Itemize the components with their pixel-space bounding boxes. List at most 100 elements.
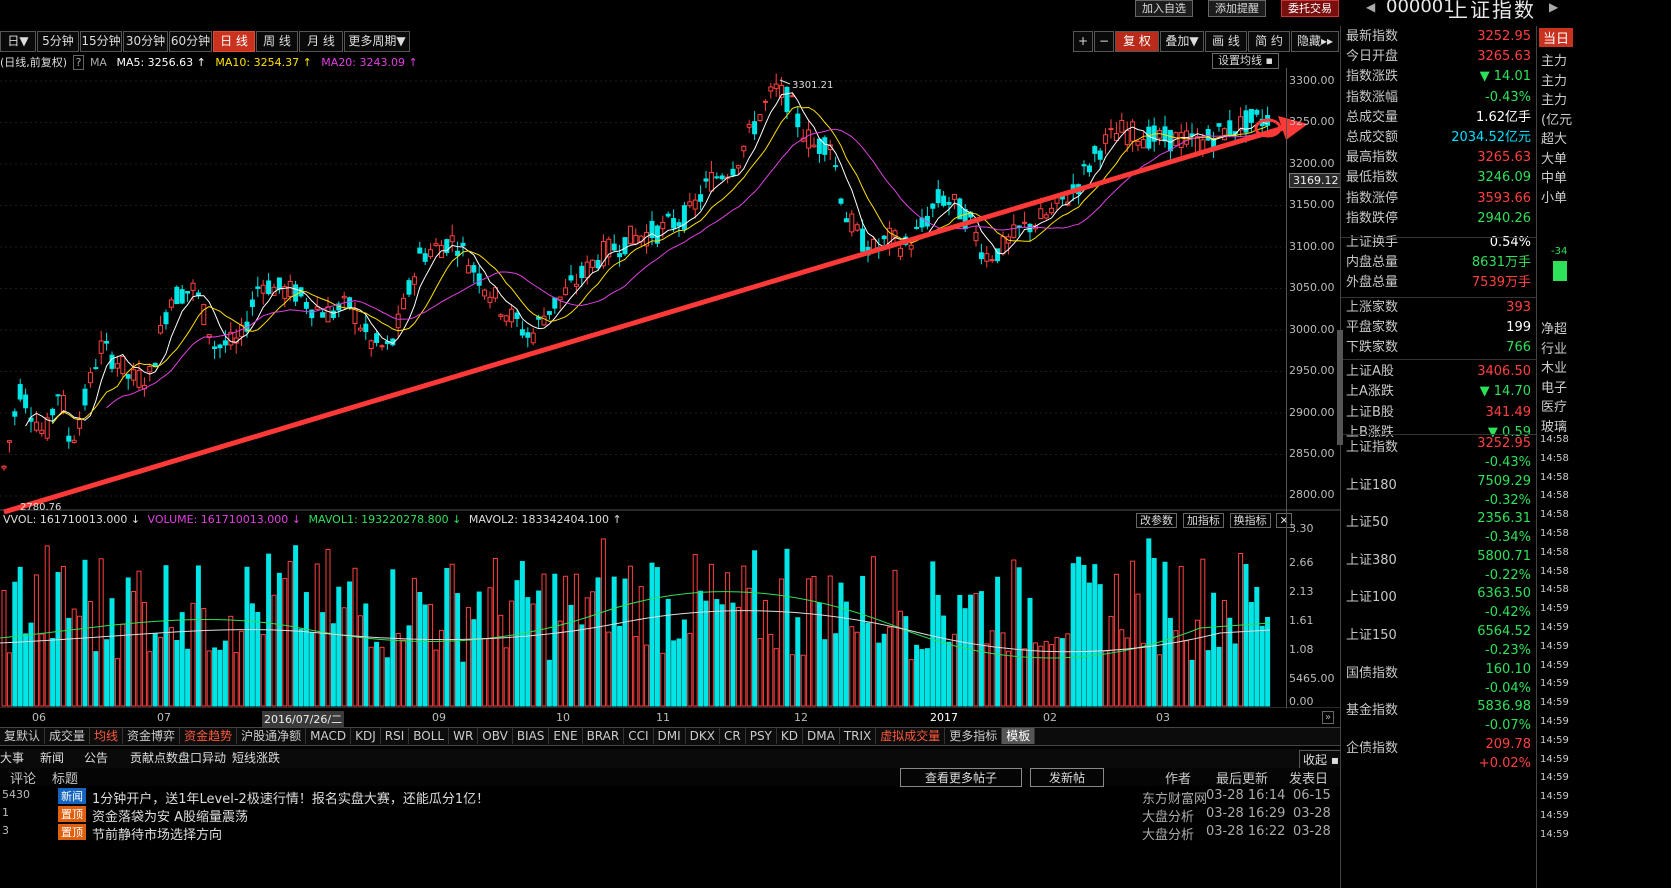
indicator-tab[interactable]: TRIX bbox=[840, 728, 877, 744]
candle-body bbox=[287, 281, 293, 297]
volume-bar bbox=[374, 641, 380, 707]
hide-panel-button[interactable]: 隐藏▸▸ bbox=[1291, 31, 1339, 52]
volume-bar bbox=[876, 642, 882, 707]
simple-mode-button[interactable]: 简 约 bbox=[1248, 31, 1290, 52]
news-tab[interactable]: 贡献点数 bbox=[130, 750, 178, 766]
add-alert-button[interactable]: 添加提醒 bbox=[1208, 0, 1266, 17]
indicator-tab[interactable]: 复默认 bbox=[0, 728, 46, 744]
edit-params-button[interactable]: 改参数 bbox=[1136, 513, 1177, 528]
indicator-tab[interactable]: BIAS bbox=[513, 728, 550, 744]
news-row[interactable]: 5430 新闻 1分钟开户，送1年Level-2极速行情！报名实盘大赛，还能瓜分1亿… bbox=[0, 788, 1340, 807]
indicator-tab[interactable]: 虚拟成交量 bbox=[876, 728, 946, 744]
volume-bar bbox=[806, 578, 812, 707]
nav-next-icon[interactable]: ▶ bbox=[1549, 0, 1558, 14]
volume-bar bbox=[800, 654, 806, 707]
sector-label: 行业 bbox=[1541, 341, 1568, 357]
quote-label: 指数涨跌 bbox=[1346, 69, 1399, 85]
add-indicator-button[interactable]: 加指标 bbox=[1182, 513, 1224, 528]
period-daily[interactable]: 日 线 bbox=[213, 31, 255, 52]
quote-row: 指数跌停 2940.26 bbox=[1346, 209, 1531, 229]
volume-bar bbox=[12, 581, 18, 707]
candle-body bbox=[201, 304, 207, 326]
indicator-tab[interactable]: 成交量 bbox=[45, 728, 91, 744]
period-15min[interactable]: 15分钟 bbox=[80, 31, 122, 52]
volume-bar bbox=[109, 598, 115, 707]
zoom-out-button[interactable]: − bbox=[1094, 31, 1114, 52]
overlay-button[interactable]: 叠加▼ bbox=[1160, 31, 1204, 52]
indicator-tab[interactable]: BOLL bbox=[409, 728, 450, 744]
indicator-tab[interactable]: BRAR bbox=[583, 728, 625, 744]
indicator-tab[interactable]: MACD bbox=[306, 728, 352, 744]
volume-bar bbox=[17, 566, 23, 707]
indicator-tab[interactable]: 更多指标 bbox=[945, 728, 1003, 744]
period-5min[interactable]: 5分钟 bbox=[37, 31, 79, 52]
period-60min[interactable]: 60分钟 bbox=[169, 31, 212, 52]
volume-bar bbox=[644, 644, 650, 707]
indicator-tab[interactable]: CCI bbox=[624, 728, 654, 744]
indicator-tab[interactable]: KDJ bbox=[351, 728, 381, 744]
panel-splitter[interactable] bbox=[1337, 330, 1343, 445]
index-value: 7509.29 bbox=[1477, 473, 1531, 489]
indicator-tab[interactable]: 资金博弈 bbox=[123, 728, 181, 744]
adjust-price-button[interactable]: 复 权 bbox=[1115, 31, 1159, 52]
volume-tick: 2.66 bbox=[1289, 556, 1314, 569]
period-more[interactable]: 更多周期▼ bbox=[344, 31, 410, 52]
indicator-tab[interactable]: DKX bbox=[686, 728, 720, 744]
news-tab[interactable]: 新闻 bbox=[40, 750, 64, 766]
indicator-tab[interactable]: 均线 bbox=[90, 728, 124, 744]
today-tab[interactable]: 当日 bbox=[1539, 28, 1574, 47]
period-30min[interactable]: 30分钟 bbox=[123, 31, 168, 52]
indicator-tab[interactable]: CR bbox=[720, 728, 746, 744]
indicator-tab[interactable]: DMI bbox=[654, 728, 686, 744]
trade-button[interactable]: 委托交易 bbox=[1281, 0, 1339, 17]
nav-prev-icon[interactable]: ◀ bbox=[1366, 0, 1375, 14]
zoom-in-button[interactable]: + bbox=[1073, 31, 1093, 52]
candle-body bbox=[71, 439, 77, 443]
candle-body bbox=[357, 327, 363, 331]
indicator-tab[interactable]: KD bbox=[777, 728, 803, 744]
scroll-right-icon[interactable]: » bbox=[1322, 711, 1335, 724]
period-monthly[interactable]: 月 线 bbox=[299, 31, 343, 52]
price-chart[interactable]: 3301.21 2780.76 bbox=[0, 68, 1340, 708]
news-row[interactable]: 3 置顶 节前静待市场选择方向 大盘分析 03-28 16:22 03-28 bbox=[0, 824, 1340, 843]
news-tab[interactable]: 盘口异动 bbox=[178, 750, 226, 766]
indicator-tab[interactable]: WR bbox=[449, 728, 479, 744]
candle-body bbox=[168, 299, 174, 308]
change-indicator-button[interactable]: 换指标 bbox=[1229, 513, 1271, 528]
draw-line-button[interactable]: 画 线 bbox=[1205, 31, 1247, 52]
quote-row: 总成交额 2034.52亿元 bbox=[1346, 128, 1531, 148]
quote-row: 最高指数 3265.63 bbox=[1346, 148, 1531, 168]
volume-bar bbox=[282, 577, 288, 707]
view-more-posts-button[interactable]: 查看更多帖子 bbox=[900, 768, 1022, 787]
index-change: +0.02% bbox=[1478, 755, 1531, 771]
ma-settings-button[interactable]: 设置均线 ▪ bbox=[1212, 53, 1279, 69]
indicator-tab[interactable]: DMA bbox=[803, 728, 840, 744]
indicator-tab[interactable]: 资金趋势 bbox=[180, 728, 238, 744]
news-tab[interactable]: 公告 bbox=[84, 750, 108, 766]
period-day-dropdown[interactable]: 日▼ bbox=[0, 31, 36, 52]
news-row[interactable]: 1 置顶 资金落袋为安 A股缩量震荡 大盘分析 03-28 16:29 03-28 bbox=[0, 806, 1340, 825]
time-tick: 03 bbox=[1156, 711, 1170, 724]
indicator-tab[interactable]: PSY bbox=[746, 728, 777, 744]
volume-bar bbox=[892, 569, 898, 707]
index-label: 上证180 bbox=[1346, 477, 1397, 493]
volume-bar bbox=[357, 615, 363, 707]
indicator-tab[interactable]: RSI bbox=[381, 728, 410, 744]
high-label: 3301.21 bbox=[792, 80, 833, 91]
indicator-tab[interactable]: ENE bbox=[549, 728, 583, 744]
new-post-button[interactable]: 发新帖 bbox=[1030, 768, 1104, 787]
quote-label: 最高指数 bbox=[1346, 150, 1399, 166]
tick-time: 14:58 bbox=[1540, 490, 1569, 502]
indicator-tab[interactable]: 沪股通净额 bbox=[237, 728, 307, 744]
indicator-tab[interactable]: 模板 bbox=[1002, 728, 1036, 744]
volume-bar bbox=[1070, 563, 1076, 707]
index-label: 上证50 bbox=[1346, 515, 1389, 531]
volume-bar bbox=[1200, 558, 1206, 707]
period-weekly[interactable]: 周 线 bbox=[256, 31, 298, 52]
add-watchlist-button[interactable]: 加入自选 bbox=[1135, 0, 1193, 17]
news-tab[interactable]: 短线涨跌 bbox=[232, 750, 280, 766]
index-value: 2356.31 bbox=[1477, 511, 1531, 527]
news-tab[interactable]: 大事 bbox=[0, 750, 24, 766]
collapse-button[interactable]: 收起 ▪ bbox=[1299, 750, 1343, 769]
indicator-tab[interactable]: OBV bbox=[478, 728, 513, 744]
